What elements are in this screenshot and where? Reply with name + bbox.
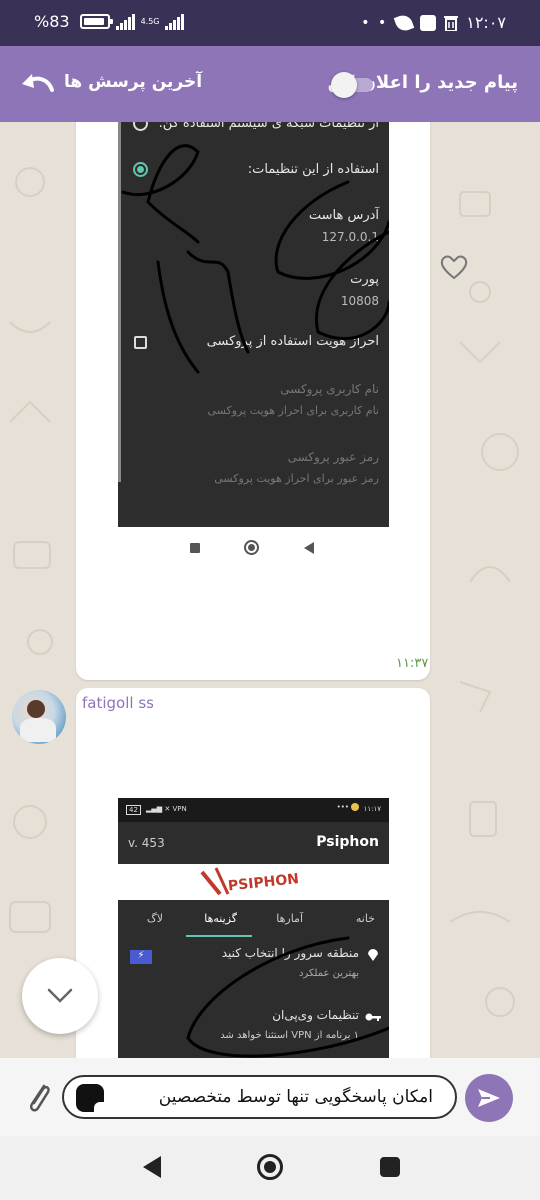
system-back-icon[interactable] [143, 1156, 161, 1178]
notify-toggle[interactable] [331, 72, 373, 98]
app-notification-icon [420, 14, 437, 31]
network-type: 4.5G [140, 16, 160, 26]
status-bar: %83 4.5G • • ۱۲:۰۷ [0, 0, 540, 46]
send-icon [478, 1089, 500, 1107]
mini-nav-bar [76, 534, 430, 564]
battery-icon [79, 14, 113, 29]
status-left: %83 4.5G [34, 12, 185, 31]
status-right: • • ۱۲:۰۷ [361, 12, 506, 33]
scroll-down-button[interactable] [22, 958, 98, 1034]
heart-icon[interactable] [440, 254, 468, 280]
signal-icon-2 [165, 13, 185, 30]
leaf-icon [393, 12, 415, 33]
battery-percent: %83 [34, 12, 70, 31]
mini-home-icon [244, 540, 259, 555]
system-nav-bar [0, 1136, 540, 1200]
attach-icon[interactable] [24, 1078, 54, 1116]
back-arrow-icon[interactable] [18, 68, 56, 98]
composer-bar: امکان پاسخگویی تنها توسط متخصصین [0, 1058, 540, 1136]
message-bubble-2[interactable]: fatigoll ss 42 ▂▄▆ ✕ VPN ۱۱:۱۷ ••• Psiph… [76, 688, 430, 1058]
trash-icon [444, 15, 459, 31]
handwritten-scribble [121, 144, 389, 374]
app-bar: پیام جدید را اعلان کن آخرین پرسش ها [0, 46, 540, 122]
mini-back-icon [304, 542, 314, 554]
toggle-knob [331, 72, 357, 98]
sender-name[interactable]: fatigoll ss [82, 694, 154, 712]
more-notifications-icon: • • [361, 14, 389, 31]
avatar[interactable] [12, 690, 66, 744]
clock: ۱۲:۰۷ [466, 13, 506, 32]
input-placeholder: امکان پاسخگویی تنها توسط متخصصین [158, 1087, 433, 1107]
latest-questions-link[interactable]: آخرین پرسش ها [64, 72, 202, 92]
system-home-icon[interactable] [257, 1154, 283, 1180]
handwritten-scribble-2 [186, 936, 389, 1058]
signal-icon [115, 13, 135, 30]
mini-recents-icon [190, 543, 200, 553]
system-recents-icon[interactable] [380, 1157, 400, 1177]
proxy-settings-screenshot[interactable]: از تنظیمات شبکه ی سیستم استفاده کن. استف… [118, 122, 389, 527]
message-input[interactable]: امکان پاسخگویی تنها توسط متخصصین [62, 1075, 457, 1119]
sticker-icon[interactable] [76, 1084, 106, 1114]
psiphon-screenshot[interactable]: 42 ▂▄▆ ✕ VPN ۱۱:۱۷ ••• Psiphon v. 453 PS… [118, 798, 389, 1058]
send-button[interactable] [465, 1074, 513, 1122]
message-bubble-1[interactable]: از تنظیمات شبکه ی سیستم استفاده کن. استف… [76, 122, 430, 680]
chat-area[interactable]: از تنظیمات شبکه ی سیستم استفاده کن. استف… [0, 122, 540, 1058]
chevron-down-icon [47, 988, 73, 1003]
message-time: ۱۱:۳۷ [396, 656, 429, 671]
